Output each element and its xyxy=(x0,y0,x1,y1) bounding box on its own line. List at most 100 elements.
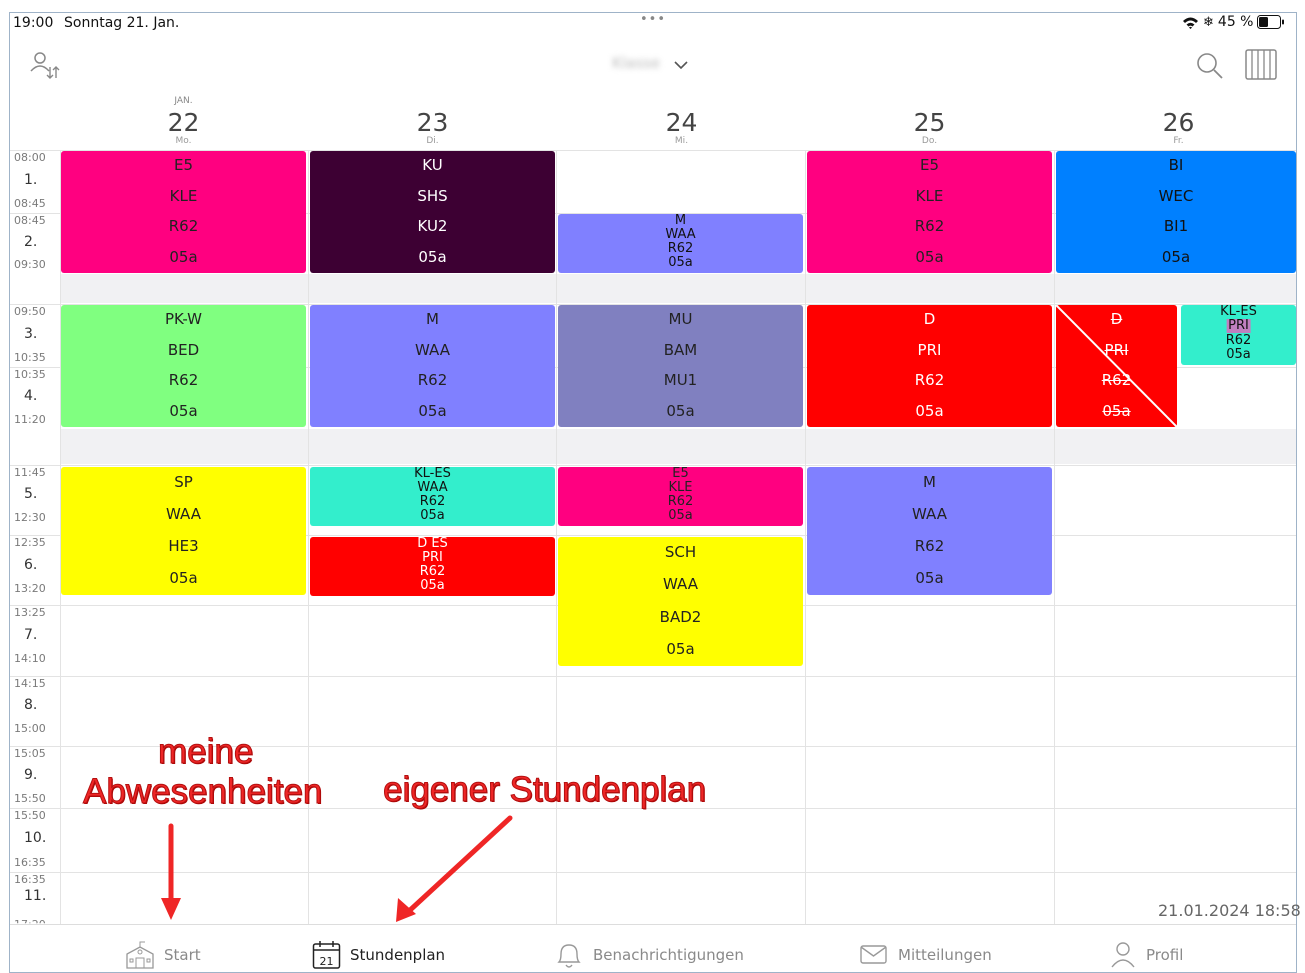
lesson-card[interactable]: M WAA R62 05a xyxy=(807,467,1052,595)
lesson-line: R62 xyxy=(914,371,945,390)
lesson-card[interactable]: D PRI R62 05a xyxy=(1056,305,1177,427)
profile-icon xyxy=(1111,942,1135,968)
lesson-line: R62 xyxy=(914,217,945,236)
time-slot: 15:50 10. 16:35 xyxy=(10,808,60,872)
chevron-down-icon[interactable] xyxy=(674,61,688,70)
slot-start: 08:45 xyxy=(14,214,46,227)
lesson-line: 05a xyxy=(420,508,445,524)
person-switch-icon[interactable] xyxy=(30,51,62,81)
lesson-line: 05a xyxy=(169,569,198,587)
battery-percent: 45 % xyxy=(1217,14,1254,30)
lesson-card[interactable]: M WAA R62 05a xyxy=(310,305,555,427)
slot-end: 13:20 xyxy=(14,582,46,595)
tab-mitteilungen-label: Mitteilungen xyxy=(898,946,992,964)
lesson-line: R62 xyxy=(419,494,446,510)
lesson-line: PRI xyxy=(917,340,942,359)
columns-icon[interactable] xyxy=(1245,49,1277,81)
lesson-card[interactable]: SP WAA HE3 05a xyxy=(61,467,306,595)
lesson-line: WAA xyxy=(415,340,450,359)
lesson-card[interactable]: E5 KLE R62 05a xyxy=(807,151,1052,273)
slot-end: 10:35 xyxy=(14,351,46,364)
lesson-card[interactable]: KL-ES PRI R62 05a xyxy=(1181,305,1296,365)
lesson-card[interactable]: KL-ES WAA R62 05a xyxy=(310,467,555,526)
break-row xyxy=(60,429,1296,464)
lesson-line: 05a xyxy=(1226,346,1251,362)
lesson-line: KU xyxy=(422,156,443,175)
lesson-line: MU1 xyxy=(663,371,698,390)
lesson-line: BED xyxy=(167,340,200,359)
lesson-line: R62 xyxy=(168,371,199,390)
calendar-icon: 21 xyxy=(312,941,341,969)
lesson-line: D xyxy=(923,310,936,329)
slot-number: 3. xyxy=(24,325,38,342)
cancelled-strike xyxy=(1056,305,1177,427)
tab-profil-label: Profil xyxy=(1146,946,1184,964)
time-slot: 08:45 2. 09:30 xyxy=(10,213,60,274)
slot-number: 1. xyxy=(24,171,38,188)
tab-start[interactable]: Start xyxy=(124,940,201,970)
slot-number: 11. xyxy=(24,888,47,904)
lesson-card[interactable]: E5 KLE R62 05a xyxy=(61,151,306,273)
time-slot: 16:35 11. 17:20 xyxy=(10,872,60,924)
slot-start: 13:25 xyxy=(14,606,46,619)
slot-end: 15:50 xyxy=(14,792,46,805)
lesson-line: 05a xyxy=(915,569,944,587)
lesson-line: 05a xyxy=(1161,247,1191,266)
lesson-card[interactable]: KU SHS KU2 05a xyxy=(310,151,555,273)
time-slot: 12:35 6. 13:20 xyxy=(10,535,60,598)
lesson-line: KL-ES xyxy=(414,467,451,481)
lesson-card[interactable]: PK-W BED R62 05a xyxy=(61,305,306,427)
lesson-line: 05a xyxy=(420,578,445,594)
slot-number: 5. xyxy=(24,486,38,502)
multitask-dots[interactable]: ••• xyxy=(640,12,666,27)
slot-start: 10:35 xyxy=(14,368,46,381)
lesson-line: 05a xyxy=(169,247,198,266)
lesson-line: BI1 xyxy=(1163,217,1189,236)
slot-end: 12:30 xyxy=(14,511,46,524)
lesson-line: 05a xyxy=(418,247,447,266)
tab-start-label: Start xyxy=(164,946,201,964)
lesson-line: R62 xyxy=(419,564,446,580)
lesson-line: M xyxy=(923,473,936,491)
time-slot: 14:15 8. 15:00 xyxy=(10,676,60,738)
lesson-line: R62 xyxy=(1225,332,1252,348)
lesson-card[interactable]: E5 KLE R62 05a xyxy=(558,467,803,526)
lesson-line: WEC xyxy=(1158,186,1194,205)
lesson-line: M xyxy=(674,214,687,228)
slot-number: 2. xyxy=(24,233,38,250)
lesson-card[interactable]: D ES PRI R62 05a xyxy=(310,537,555,596)
lesson-card[interactable]: SCH WAA BAD2 05a xyxy=(558,537,803,666)
tab-mitteilungen[interactable]: Mitteilungen xyxy=(860,940,992,970)
lesson-line: E5 xyxy=(672,467,689,481)
time-slot: 11:45 5. 12:30 xyxy=(10,465,60,527)
lesson-line: 05a xyxy=(915,247,944,266)
tab-profil[interactable]: Profil xyxy=(1110,940,1183,970)
slot-end: 15:00 xyxy=(14,722,46,735)
lesson-line: MU xyxy=(668,310,693,329)
svg-text:21: 21 xyxy=(320,955,334,968)
lesson-line: 05a xyxy=(169,401,198,420)
school-icon xyxy=(126,941,154,969)
last-update-timestamp: 21.01.2024 18:58 xyxy=(1158,901,1301,920)
lesson-card[interactable]: MU BAM MU1 05a xyxy=(558,305,803,427)
lesson-card[interactable]: D PRI R62 05a xyxy=(807,305,1052,427)
slot-start: 15:50 xyxy=(14,809,46,822)
search-icon[interactable] xyxy=(1196,52,1224,80)
lesson-line: KLE xyxy=(915,186,944,205)
lesson-line: BI xyxy=(1168,156,1184,175)
time-slot: 15:05 9. 15:50 xyxy=(10,746,60,808)
tab-benachrichtigungen[interactable]: Benachrichtigungen xyxy=(555,940,744,970)
lesson-card[interactable]: M WAA R62 05a xyxy=(558,214,803,273)
lesson-line: 05a xyxy=(668,255,693,271)
slot-end: 14:10 xyxy=(14,652,46,665)
lesson-card[interactable]: BI WEC BI1 05a xyxy=(1056,151,1296,273)
class-title[interactable]: Klasse xyxy=(612,54,660,72)
lesson-line: KLE xyxy=(668,479,693,495)
slot-end: 09:30 xyxy=(14,258,46,271)
lesson-line: R62 xyxy=(667,494,694,510)
tab-stundenplan[interactable]: 21 Stundenplan xyxy=(312,940,445,970)
lesson-line: 05a xyxy=(418,401,447,420)
lesson-line: KLE xyxy=(169,186,198,205)
lesson-line: SP xyxy=(174,473,193,491)
bell-icon xyxy=(557,944,581,968)
